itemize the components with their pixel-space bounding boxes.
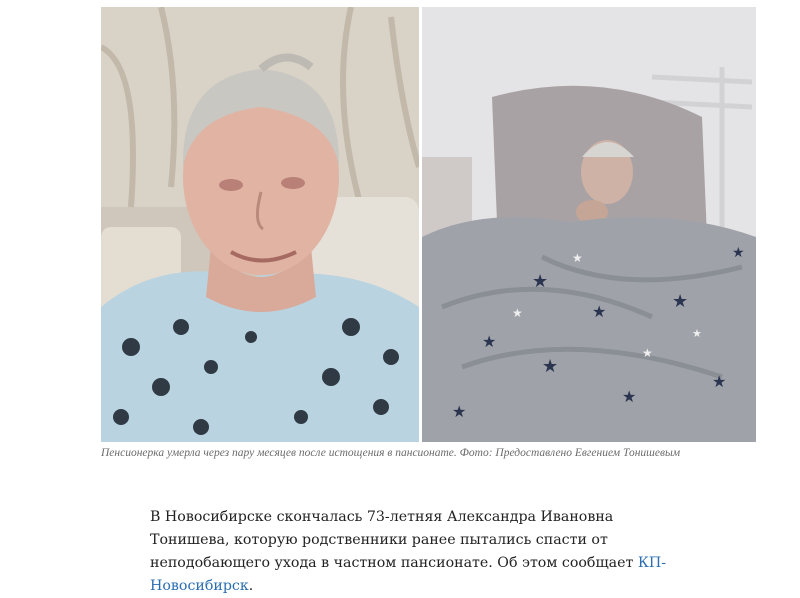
- article-text: В Новосибирске скончалась 73-летняя Алек…: [150, 509, 638, 571]
- svg-text:★: ★: [542, 356, 558, 377]
- svg-text:★: ★: [572, 251, 583, 265]
- svg-text:★: ★: [532, 271, 548, 292]
- article-paragraph: В Новосибирске скончалась 73-летняя Алек…: [150, 506, 690, 598]
- article-text-end: .: [248, 578, 254, 594]
- svg-text:★: ★: [452, 402, 466, 421]
- svg-text:★: ★: [622, 387, 636, 406]
- svg-text:★: ★: [642, 346, 653, 360]
- svg-text:★: ★: [512, 306, 523, 320]
- photo-pensioner-in-bed: ★ ★ ★ ★ ★ ★ ★ ★ ★ ★ ★ ★ ★: [422, 7, 756, 442]
- article-photo[interactable]: ★ ★ ★ ★ ★ ★ ★ ★ ★ ★ ★ ★ ★: [101, 7, 756, 442]
- photo-caption: Пенсионерка умерла через пару месяцев по…: [101, 447, 681, 459]
- svg-text:★: ★: [732, 245, 745, 261]
- svg-text:★: ★: [482, 332, 496, 351]
- photo-pensioner-before: [101, 7, 419, 442]
- svg-text:★: ★: [692, 327, 702, 340]
- svg-text:★: ★: [592, 302, 606, 321]
- svg-text:★: ★: [712, 372, 726, 391]
- svg-text:★: ★: [672, 291, 688, 312]
